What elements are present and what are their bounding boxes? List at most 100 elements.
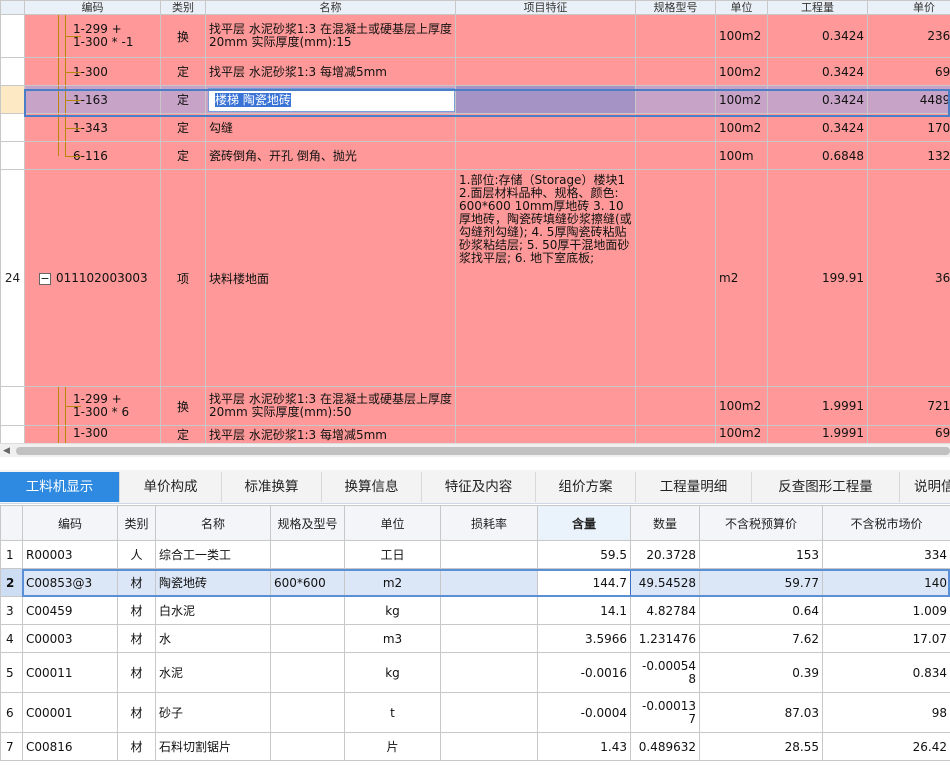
- resource-spec[interactable]: [270, 596, 345, 625]
- quota-qty[interactable]: 0.3424: [767, 14, 868, 58]
- resource-type[interactable]: 材: [117, 692, 156, 733]
- resource-budget-price[interactable]: 7.62: [699, 624, 823, 653]
- quota-name[interactable]: 瓷砖倒角、开孔 倒角、抛光: [205, 141, 456, 170]
- quota-feature[interactable]: [455, 386, 636, 426]
- quota-unit[interactable]: 100m2: [715, 14, 768, 58]
- header-spec[interactable]: 规格及型号: [270, 505, 345, 541]
- header-name[interactable]: 名称: [205, 0, 456, 15]
- tab-notes[interactable]: 说明信息: [900, 472, 950, 502]
- resource-budget-price[interactable]: 0.39: [699, 652, 823, 693]
- resource-amount[interactable]: 1.231476: [630, 624, 700, 653]
- quota-price[interactable]: 2368.66: [867, 14, 950, 58]
- resource-code[interactable]: C00816: [22, 732, 118, 761]
- resource-name[interactable]: 综合工一类工: [155, 540, 271, 569]
- quota-type[interactable]: 换: [160, 14, 206, 58]
- quota-row[interactable]: 6-116 定 瓷砖倒角、开孔 倒角、抛光 100m 0.6848 1322.6…: [0, 141, 950, 170]
- resource-name[interactable]: 白水泥: [155, 596, 271, 625]
- resource-amount[interactable]: 0.489632: [630, 732, 700, 761]
- resource-row[interactable]: 5 C00011 材 水泥 kg -0.0016 -0.00054 8 0.39…: [0, 652, 950, 693]
- quota-name[interactable]: 勾缝: [205, 113, 456, 142]
- resource-row[interactable]: 4 C00003 材 水 m3 3.5966 1.231476 7.62 17.…: [0, 624, 950, 653]
- resource-type[interactable]: 材: [117, 624, 156, 653]
- quota-spec[interactable]: [635, 57, 716, 86]
- bill-code[interactable]: −011102003003: [24, 169, 161, 387]
- quota-type[interactable]: 换: [160, 386, 206, 426]
- scroll-left-icon[interactable]: ◀: [3, 444, 10, 458]
- quota-type[interactable]: 定: [160, 113, 206, 142]
- quota-name-input[interactable]: 楼梯 陶瓷地砖: [208, 87, 455, 112]
- quota-spec[interactable]: [635, 14, 716, 58]
- resource-market-price[interactable]: 0.834: [822, 652, 950, 693]
- resource-unit[interactable]: kg: [344, 652, 441, 693]
- resource-loss-rate[interactable]: [440, 568, 538, 597]
- resource-budget-price[interactable]: 153: [699, 540, 823, 569]
- tab-pricing-scheme[interactable]: 组价方案: [536, 472, 636, 502]
- header-feature[interactable]: 项目特征: [455, 0, 636, 15]
- quota-unit[interactable]: 100m2: [715, 113, 768, 142]
- quota-row[interactable]: 1-299 + 1-300 * -1 换 找平层 水泥砂浆1:3 在混凝土或硬基…: [0, 14, 950, 58]
- resource-loss-rate[interactable]: [440, 732, 538, 761]
- tab-reverse-graphic-quantity[interactable]: 反查图形工程量: [752, 472, 900, 502]
- quota-price[interactable]: 1322.65: [867, 141, 950, 170]
- quota-qty[interactable]: 0.3424: [767, 57, 868, 86]
- resource-budget-price[interactable]: 0.64: [699, 596, 823, 625]
- resource-market-price[interactable]: 17.07: [822, 624, 950, 653]
- resource-unit[interactable]: t: [344, 692, 441, 733]
- quota-unit[interactable]: 100m2: [715, 57, 768, 86]
- resource-code[interactable]: C00011: [22, 652, 118, 693]
- resource-code[interactable]: R00003: [22, 540, 118, 569]
- tab-quantity-detail[interactable]: 工程量明细: [636, 472, 752, 502]
- resource-content[interactable]: -0.0016: [537, 652, 631, 693]
- quota-feature[interactable]: [455, 57, 636, 86]
- quota-qty[interactable]: 0.3424: [767, 85, 868, 114]
- quota-feature[interactable]: [455, 141, 636, 170]
- resource-spec[interactable]: [270, 732, 345, 761]
- tab-labor-material-machine[interactable]: 工料机显示: [0, 472, 120, 502]
- quota-type[interactable]: 定: [160, 141, 206, 170]
- header-code[interactable]: 编码: [24, 0, 161, 15]
- resource-amount[interactable]: 49.54528: [630, 568, 700, 597]
- resource-loss-rate[interactable]: [440, 652, 538, 693]
- header-code[interactable]: 编码: [22, 505, 118, 541]
- resource-amount[interactable]: 20.3728: [630, 540, 700, 569]
- quota-unit[interactable]: 100m: [715, 141, 768, 170]
- collapse-icon[interactable]: −: [39, 272, 51, 285]
- bill-type[interactable]: 项: [160, 169, 206, 387]
- resource-name[interactable]: 砂子: [155, 692, 271, 733]
- scrollbar-thumb[interactable]: [16, 447, 950, 455]
- resource-spec[interactable]: [270, 540, 345, 569]
- resource-content[interactable]: 1.43: [537, 732, 631, 761]
- header-unit[interactable]: 单位: [715, 0, 768, 15]
- resource-type[interactable]: 人: [117, 540, 156, 569]
- resource-unit[interactable]: 工日: [344, 540, 441, 569]
- quota-spec[interactable]: [635, 113, 716, 142]
- resource-market-price[interactable]: 98: [822, 692, 950, 733]
- resource-name[interactable]: 石料切割锯片: [155, 732, 271, 761]
- bill-price[interactable]: 366.87: [867, 169, 950, 387]
- resource-code[interactable]: C00003: [22, 624, 118, 653]
- resource-name[interactable]: 水泥: [155, 652, 271, 693]
- bill-qty[interactable]: 199.91: [767, 169, 868, 387]
- resource-row-selected[interactable]: 2 C00853@3 材 陶瓷地砖 600*600 m2 144.7 49.54…: [0, 568, 950, 597]
- quota-type[interactable]: 定: [160, 85, 206, 114]
- resource-content[interactable]: 3.5966: [537, 624, 631, 653]
- tab-standard-conversion[interactable]: 标准换算: [222, 472, 322, 502]
- bill-name[interactable]: 块料楼地面: [205, 169, 456, 387]
- resource-type[interactable]: 材: [117, 732, 156, 761]
- header-name[interactable]: 名称: [155, 505, 271, 541]
- quota-row-selected[interactable]: 1-163 定 楼梯 陶瓷地砖 100m2 0.3424 44892.21: [0, 85, 950, 114]
- quota-name[interactable]: 找平层 水泥砂浆1:3 在混凝土或硬基层上厚度20mm 实际厚度(mm):50: [205, 386, 456, 426]
- header-type[interactable]: 类别: [160, 0, 206, 15]
- header-amount[interactable]: 数量: [630, 505, 700, 541]
- quota-spec[interactable]: [635, 85, 716, 114]
- quota-spec[interactable]: [635, 141, 716, 170]
- resource-content[interactable]: 59.5: [537, 540, 631, 569]
- resource-code[interactable]: C00459: [22, 596, 118, 625]
- header-unit[interactable]: 单位: [344, 505, 441, 541]
- resource-spec[interactable]: [270, 652, 345, 693]
- resource-loss-rate[interactable]: [440, 596, 538, 625]
- resource-code[interactable]: C00001: [22, 692, 118, 733]
- header-budget-price[interactable]: 不含税预算价: [699, 505, 823, 541]
- resource-code[interactable]: C00853@3: [22, 568, 118, 597]
- quota-qty[interactable]: 0.3424: [767, 113, 868, 142]
